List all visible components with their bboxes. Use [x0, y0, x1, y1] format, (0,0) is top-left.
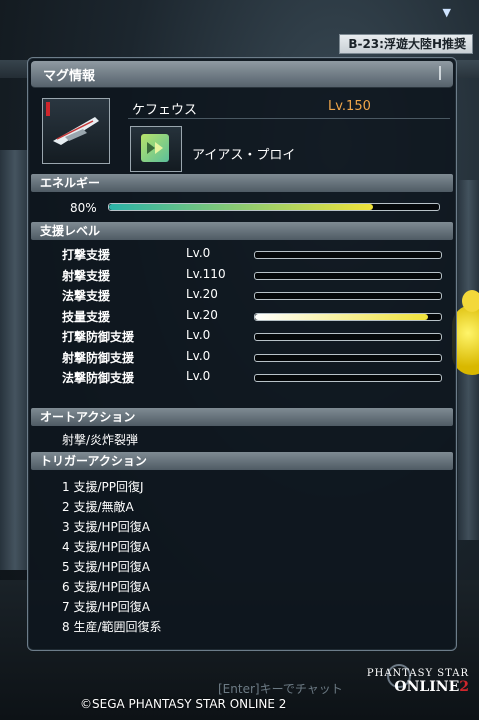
trigger-action-label: 8 生産/範囲回復系 [62, 620, 162, 634]
trigger-action-item: 6 支援/HP回復A [28, 576, 456, 596]
trigger-action-label: 2 支援/無敵A [62, 500, 134, 514]
support-section-header: 支援レベル [31, 222, 453, 240]
mag-icon [42, 98, 110, 164]
support-row: 射撃防御支援 Lv.0 [28, 347, 456, 367]
background-pillar-left [0, 150, 30, 570]
photon-blast-icon [130, 126, 182, 172]
support-level: Lv.0 [186, 328, 211, 342]
support-bar-fill [255, 313, 428, 320]
character-head [462, 290, 479, 312]
photon-blast-emblem [141, 134, 169, 162]
trigger-action-label: 4 支援/HP回復A [62, 540, 150, 554]
trigger-action-item: 4 支援/HP回復A [28, 536, 456, 556]
auto-action-row: 射撃/炎炸裂弾 [28, 426, 456, 452]
support-level: Lv.0 [186, 348, 211, 363]
support-level: Lv.0 [186, 246, 211, 260]
panel-corner-icon [439, 66, 447, 80]
trigger-action-item: 1 支援/PP回復J [28, 476, 456, 496]
mag-summary: ケフェウス Lv.150 アイアス・プロイ [28, 88, 456, 174]
trigger-action-label: 3 支援/HP回復A [62, 520, 150, 534]
support-level: Lv.20 [186, 307, 218, 322]
trigger-action-label: 6 支援/HP回復A [62, 580, 150, 594]
energy-row: 80% [28, 192, 456, 222]
copyright: ©SEGA PHANTASY STAR ONLINE 2 [80, 697, 287, 711]
support-level: Lv.0 [186, 369, 211, 383]
support-level-list: 打撃支援 Lv.0 射撃支援 Lv.110 法撃支援 Lv.20 技量支援 Lv.20 打撃防御… [28, 240, 456, 408]
support-bar [254, 271, 442, 280]
logo-line1: PHANTASY STAR [366, 668, 469, 679]
support-row: 法撃支援 Lv.20 [28, 285, 456, 305]
trigger-action-label: 7 支援/HP回復A [62, 600, 150, 614]
logo-number: 2 [459, 679, 469, 695]
support-name: 打撃防御支援 [62, 330, 135, 344]
energy-bar [108, 203, 440, 211]
auto-action-value: 射撃/炎炸裂弾 [62, 433, 139, 447]
game-logo: PHANTASY STAR ONLINE2 [367, 668, 469, 695]
trigger-action-label: 1 支援/PP回復J [62, 480, 144, 494]
trigger-action-item: 3 支援/HP回復A [28, 516, 456, 536]
logo-line2: ONLINE2 [367, 679, 469, 695]
energy-percent: 80% [70, 201, 97, 215]
support-level: Lv.20 [186, 287, 218, 301]
energy-bar-fill [109, 204, 373, 210]
chat-hint[interactable]: [Enter]キーでチャット [218, 680, 343, 697]
divider [128, 118, 450, 119]
support-bar [254, 374, 442, 382]
location-tag: B-23:浮遊大陸H推奨 [339, 34, 473, 54]
mag-info-panel: マグ情報 ケフェウス Lv.150 アイアス・プロイ エネルギー 80% 支援レ… [27, 57, 457, 651]
trigger-action-item: 2 支援/無敵A [28, 496, 456, 516]
trigger-action-list: 1 支援/PP回復J 2 支援/無敵A 3 支援/HP回復A 4 支援/HP回復A 5 … [28, 470, 456, 636]
mag-level: Lv.150 [328, 99, 371, 114]
support-row: 打撃防御支援 Lv.0 [28, 326, 456, 346]
support-name: 射撃防御支援 [62, 350, 135, 365]
support-row: 打撃支援 Lv.0 [28, 244, 456, 264]
support-name: 技量支援 [62, 309, 111, 324]
support-name: 打撃支援 [62, 248, 111, 262]
logo-line2-text: ONLINE [394, 679, 460, 695]
support-bar [254, 312, 442, 321]
support-name: 法撃防御支援 [62, 371, 135, 385]
energy-section-header: エネルギー [31, 174, 453, 192]
support-bar [254, 292, 442, 300]
menu-arrow-icon[interactable]: ▼ [443, 6, 451, 19]
trigger-action-item: 5 支援/HP回復A [28, 556, 456, 576]
trigger-action-item: 8 生産/範囲回復系 [28, 616, 456, 636]
trigger-action-header: トリガーアクション [31, 452, 453, 470]
auto-action-header: オートアクション [31, 408, 453, 426]
support-level: Lv.110 [186, 266, 226, 281]
panel-header: マグ情報 [31, 61, 453, 88]
support-row: 射撃支援 Lv.110 [28, 265, 456, 285]
support-bar [254, 353, 442, 362]
mag-name: ケフェウス [132, 103, 198, 118]
support-name: 射撃支援 [62, 268, 111, 283]
support-bar [254, 251, 442, 259]
photon-blast-name: アイアス・プロイ [192, 148, 296, 163]
support-name: 法撃支援 [62, 289, 111, 303]
support-row: 法撃防御支援 Lv.0 [28, 367, 456, 387]
trigger-action-item: 7 支援/HP回復A [28, 596, 456, 616]
support-bar [254, 333, 442, 341]
panel-title: マグ情報 [43, 69, 96, 84]
trigger-action-label: 5 支援/HP回復A [62, 560, 150, 574]
support-row: 技量支援 Lv.20 [28, 306, 456, 326]
